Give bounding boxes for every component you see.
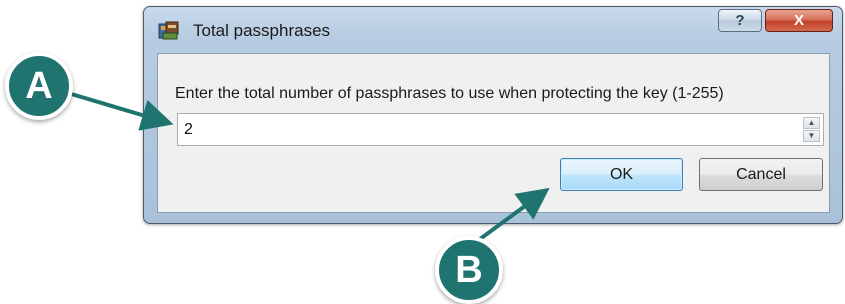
callout-b: B [435, 236, 503, 304]
callout-b-arrow [474, 187, 550, 244]
callout-a: A [5, 52, 73, 120]
callout-arrows [67, 91, 550, 244]
callout-a-arrow [67, 91, 174, 131]
